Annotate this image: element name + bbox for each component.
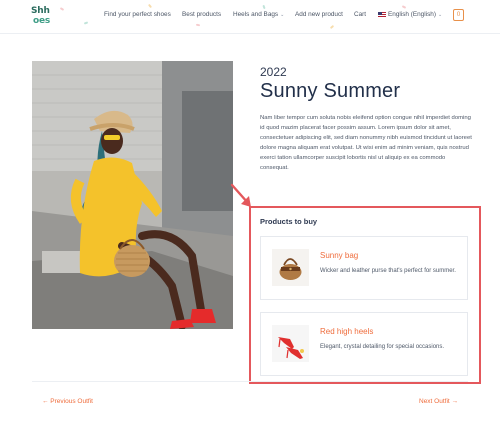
outfit-photo-illustration <box>32 61 233 329</box>
cart-count: 0 <box>456 12 461 18</box>
post-year: 2022 <box>260 65 287 79</box>
post-description: Nam liber tempor cum soluta nobis eleife… <box>260 115 472 172</box>
heels-image <box>272 325 309 362</box>
previous-outfit-link[interactable]: ← Previous Outfit <box>42 398 93 405</box>
nav-find-shoes[interactable]: Find your perfect shoes <box>104 11 171 18</box>
product-description: Wicker and leather purse that's perfect … <box>320 268 456 274</box>
cart-button[interactable]: 0 <box>453 9 464 21</box>
nav-add-new-product[interactable]: Add new product <box>295 11 343 18</box>
next-outfit-link[interactable]: Next Outfit → <box>419 398 458 405</box>
confetti-decoration <box>83 21 89 25</box>
logo-line-2: oes <box>33 16 51 26</box>
nav-language-switcher[interactable]: English (English) ⌄ <box>378 11 442 18</box>
product-name[interactable]: Sunny bag <box>320 251 358 260</box>
bag-image <box>272 249 309 286</box>
divider <box>32 381 468 382</box>
confetti-decoration <box>147 3 153 9</box>
nav-heels-and-bags[interactable]: Heels and Bags ⌄ <box>233 11 284 18</box>
logo-line-1: Shh <box>31 6 50 16</box>
confetti-decoration <box>401 5 407 9</box>
confetti-decoration <box>59 7 65 11</box>
products-heading: Products to buy <box>260 217 318 226</box>
us-flag-icon <box>378 11 386 17</box>
product-thumbnail <box>272 249 309 286</box>
site-logo[interactable]: Shh oes <box>31 6 53 30</box>
chevron-down-icon: ⌄ <box>437 12 443 18</box>
nav-best-products[interactable]: Best products <box>182 11 221 18</box>
post-title: Sunny Summer <box>260 80 401 102</box>
product-description: Elegant, crystal detailing for special o… <box>320 344 445 350</box>
nav-heels-and-bags-label: Heels and Bags <box>233 11 279 18</box>
confetti-decoration <box>195 23 201 27</box>
language-label: English (English) <box>388 11 436 18</box>
confetti-decoration <box>262 4 266 10</box>
outfit-photo <box>32 61 233 329</box>
product-card[interactable]: Sunny bag Wicker and leather purse that'… <box>260 236 468 300</box>
site-header: Shh oes Find your perfect shoes Best pro… <box>0 0 500 34</box>
nav-cart[interactable]: Cart <box>354 11 366 18</box>
confetti-decoration <box>329 24 335 30</box>
product-thumbnail <box>272 325 309 362</box>
product-card[interactable]: Red high heels Elegant, crystal detailin… <box>260 312 468 376</box>
product-name[interactable]: Red high heels <box>320 327 373 336</box>
chevron-down-icon: ⌄ <box>280 12 285 18</box>
